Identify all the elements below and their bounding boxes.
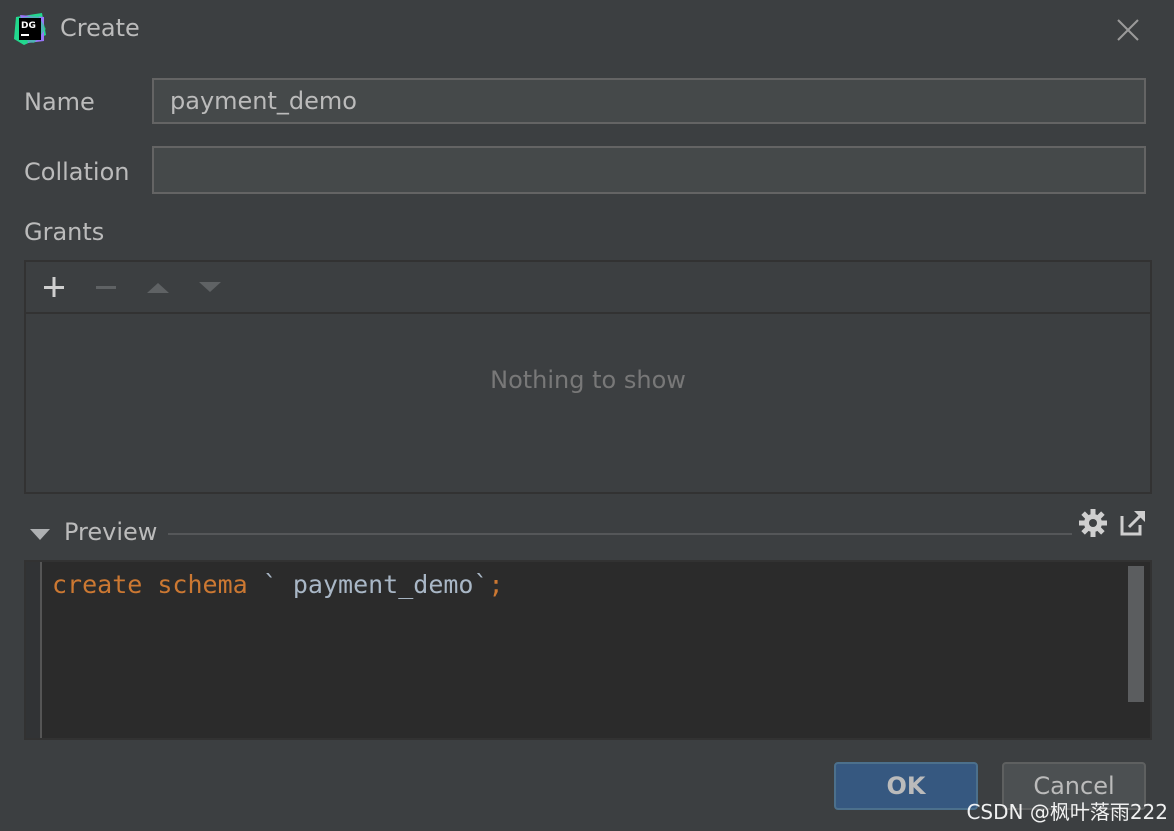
grants-toolbar xyxy=(26,262,1150,314)
collation-label: Collation xyxy=(24,158,130,186)
minus-icon[interactable] xyxy=(92,274,120,300)
preview-header: Preview xyxy=(0,508,1174,558)
preview-label[interactable]: Preview xyxy=(64,518,157,546)
grants-table: Nothing to show xyxy=(24,260,1152,494)
sql-keyword-schema: schema xyxy=(157,570,248,599)
gear-icon[interactable] xyxy=(1078,508,1108,538)
close-icon[interactable] xyxy=(1110,12,1146,48)
editor-gutter xyxy=(26,562,42,738)
sql-identifier: payment_demo xyxy=(277,570,474,599)
sql-code-line: create schema ` payment_demo`; xyxy=(52,570,504,599)
plus-icon[interactable] xyxy=(40,274,68,300)
preview-divider xyxy=(168,533,1072,535)
move-up-icon[interactable] xyxy=(144,274,172,300)
sql-backtick-close: ` xyxy=(473,570,489,599)
sql-terminator: ; xyxy=(488,570,504,599)
empty-state-text: Nothing to show xyxy=(490,366,686,394)
name-input-value: payment_demo xyxy=(170,87,357,115)
ok-button[interactable]: OK xyxy=(834,762,978,810)
chevron-down-icon[interactable] xyxy=(30,528,50,542)
open-external-icon[interactable] xyxy=(1118,508,1148,538)
editor-scrollbar[interactable] xyxy=(1128,566,1144,702)
title-bar: DG Create xyxy=(0,0,1174,58)
collation-select[interactable] xyxy=(152,146,1146,194)
grants-label: Grants xyxy=(24,218,105,246)
move-down-icon[interactable] xyxy=(196,274,224,300)
sql-backtick-open: ` xyxy=(262,570,278,599)
name-label: Name xyxy=(24,88,95,116)
watermark-text: CSDN @枫叶落雨222 xyxy=(966,800,1168,824)
sql-preview-editor[interactable]: create schema ` payment_demo`; xyxy=(24,560,1152,740)
datagrip-logo-icon: DG xyxy=(14,13,46,45)
window-title: Create xyxy=(60,14,140,42)
svg-text:DG: DG xyxy=(21,21,36,31)
sql-keyword-create: create xyxy=(52,570,143,599)
name-input[interactable]: payment_demo xyxy=(152,78,1146,124)
